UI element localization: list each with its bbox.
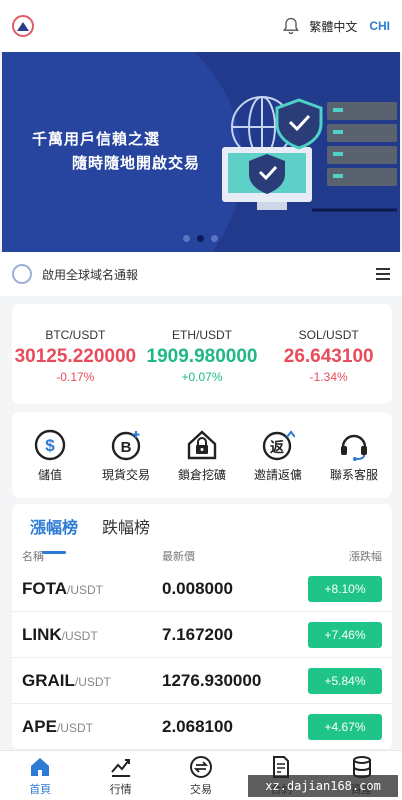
- top-bar: 繁體中文 CHI: [0, 0, 402, 52]
- svg-text:返: 返: [270, 439, 284, 456]
- coin-base: LINK: [22, 624, 62, 644]
- menu-icon[interactable]: [376, 268, 390, 280]
- table-row[interactable]: LINK/USDT 7.167200 +7.46%: [12, 612, 392, 658]
- feature-label: 邀請返傭: [253, 468, 302, 482]
- coin-base: GRAIL: [22, 670, 75, 690]
- ticker-change: -0.17%: [56, 370, 95, 384]
- globe-icon: [12, 264, 32, 284]
- feature-label: 鎖倉挖礦: [177, 468, 226, 482]
- ticker-change: +0.07%: [181, 370, 223, 384]
- carousel-dot-active[interactable]: [197, 235, 204, 242]
- nav-label: 交易: [189, 783, 212, 796]
- column-change: 漲跌幅: [349, 551, 382, 563]
- notice-bar[interactable]: 啟用全球域名通報: [0, 252, 402, 296]
- carousel-dot[interactable]: [183, 235, 190, 242]
- home-icon: [31, 757, 50, 776]
- feature-spot-trading[interactable]: B 現貨交易: [91, 428, 161, 498]
- column-price: 最新價: [162, 551, 195, 563]
- feature-label: 現貨交易: [101, 468, 150, 482]
- table-row[interactable]: FOTA/USDT 0.008000 +8.10%: [12, 566, 392, 612]
- change-badge: +4.67%: [308, 713, 382, 740]
- coin-name: APE/USDT: [22, 717, 162, 737]
- ranking-tabs: 漲幅榜 跌幅榜: [12, 504, 392, 554]
- feature-label: 儲值: [37, 468, 62, 482]
- ticker-item[interactable]: BTC/USDT 30125.220000 -0.17%: [12, 304, 139, 404]
- language-selector[interactable]: 繁體中文: [309, 18, 357, 35]
- change-badge: +5.84%: [308, 667, 382, 694]
- banner-headline: 千萬用戶信賴之選: [32, 131, 161, 148]
- tab-losers[interactable]: 跌幅榜: [102, 514, 150, 546]
- tab-gainers[interactable]: 漲幅榜: [30, 514, 78, 554]
- ticker-pair: ETH/USDT: [172, 328, 232, 342]
- carousel-dot[interactable]: [211, 235, 218, 242]
- table-row[interactable]: APE/USDT 2.068100 +4.67%: [12, 704, 392, 750]
- security-illustration: [222, 96, 397, 212]
- feature-deposit[interactable]: $ 儲值: [15, 428, 85, 498]
- dollar-circle-icon: $: [34, 429, 66, 461]
- feature-referral[interactable]: 返 邀請返傭: [243, 428, 313, 498]
- watermark: xz.dajian168.com: [248, 775, 398, 797]
- lock-icon: [187, 430, 217, 460]
- exchange-icon: [189, 755, 212, 778]
- feature-shortcuts: $ 儲值 B 現貨交易 鎖倉挖礦 返 邀請返傭 聯系客服: [12, 412, 392, 498]
- promo-banner[interactable]: 千萬用戶信賴之選 隨時隨地開啟交易: [2, 52, 400, 252]
- carousel-dots: [183, 235, 218, 242]
- banner-subheadline: 隨時隨地開啟交易: [72, 155, 201, 172]
- ticker-pair: SOL/USDT: [298, 328, 359, 342]
- svg-text:$: $: [45, 436, 55, 455]
- nav-trade[interactable]: 交易: [171, 755, 231, 797]
- change-badge: +8.10%: [308, 575, 382, 602]
- feature-lock-mining[interactable]: 鎖倉挖礦: [167, 428, 237, 498]
- coin-base: FOTA: [22, 578, 68, 598]
- nav-home[interactable]: 首頁: [10, 755, 70, 797]
- notice-text: 啟用全球域名通報: [42, 267, 139, 282]
- coin-price: 1276.930000: [162, 670, 262, 690]
- top-bar-actions: 繁體中文 CHI: [281, 16, 390, 36]
- ticker-pair: BTC/USDT: [45, 328, 106, 342]
- coin-name: LINK/USDT: [22, 625, 162, 645]
- change-badge: +7.46%: [308, 621, 382, 648]
- language-code[interactable]: CHI: [369, 19, 390, 33]
- ticker-change: -1.34%: [309, 370, 348, 384]
- coin-name: GRAIL/USDT: [22, 671, 162, 691]
- nav-label: 行情: [109, 783, 132, 796]
- coin-price: 0.008000: [162, 578, 233, 598]
- bell-icon[interactable]: [281, 16, 301, 36]
- referral-icon: 返: [262, 430, 295, 461]
- nav-label: 首頁: [29, 783, 52, 796]
- chart-icon: [110, 758, 130, 777]
- coin-name: FOTA/USDT: [22, 579, 162, 599]
- table-header: 名稱 最新價 漲跌幅: [12, 546, 392, 566]
- ticker-item[interactable]: SOL/USDT 26.643100 -1.34%: [265, 304, 392, 404]
- ticker-price: 30125.220000: [14, 346, 137, 367]
- coin-quote: /USDT: [67, 582, 104, 597]
- nav-market[interactable]: 行情: [91, 755, 151, 797]
- svg-text:B: B: [121, 439, 132, 456]
- table-row[interactable]: GRAIL/USDT 1276.930000 +5.84%: [12, 658, 392, 704]
- market-ranking: 漲幅榜 跌幅榜 名稱 最新價 漲跌幅 FOTA/USDT 0.008000 +8…: [12, 504, 392, 750]
- feature-label: 聯系客服: [329, 468, 378, 482]
- coin-quote: /USDT: [61, 628, 98, 643]
- ticker-price: 26.643100: [283, 346, 374, 367]
- coin-quote: /USDT: [74, 674, 111, 689]
- ticker-item[interactable]: ETH/USDT 1909.980000 +0.07%: [139, 304, 266, 404]
- coin-quote: /USDT: [56, 720, 93, 735]
- ticker-panel: BTC/USDT 30125.220000 -0.17% ETH/USDT 19…: [12, 304, 392, 404]
- bitcoin-icon: B: [111, 431, 141, 461]
- coin-price: 7.167200: [162, 624, 233, 644]
- ticker-price: 1909.980000: [146, 346, 258, 367]
- feature-support[interactable]: 聯系客服: [319, 428, 389, 498]
- headset-icon: [341, 434, 367, 461]
- coin-base: APE: [22, 716, 57, 736]
- coin-price: 2.068100: [162, 716, 233, 736]
- app-logo[interactable]: [12, 15, 34, 37]
